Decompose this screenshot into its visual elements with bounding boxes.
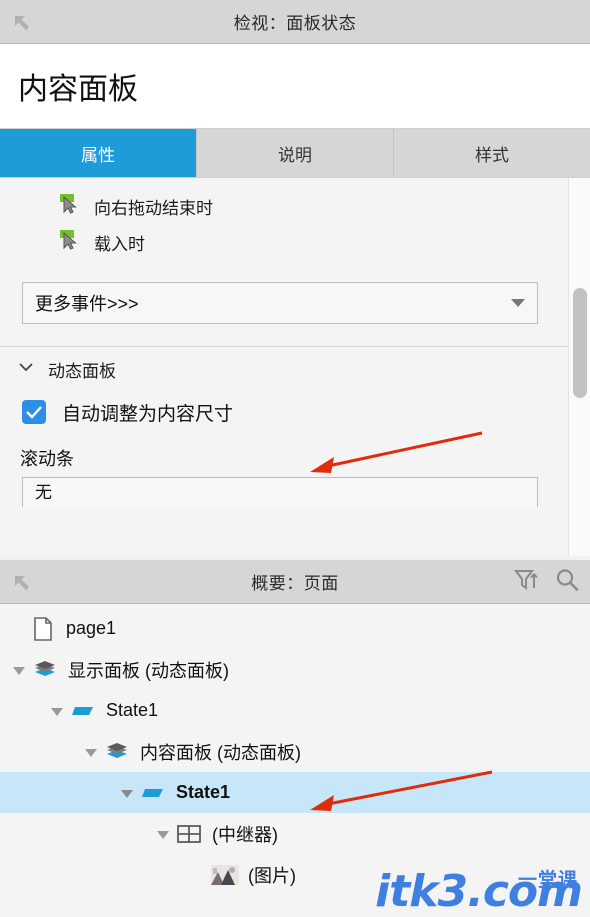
widget-name-value: 内容面板: [18, 73, 138, 106]
outline-tree: page1 显示面板 (动态面板) State1 内容面板 (动态面板) Sta…: [0, 604, 590, 895]
more-events-wrap: 更多事件>>>: [0, 260, 590, 324]
inspector-body: 向右拖动结束时 载入时 更多事件>>> 动态面板 自动调整为内容尺寸 滚动条 无: [0, 177, 590, 556]
collapse-arrow-icon[interactable]: [0, 560, 44, 604]
inspector-title: 检视：面板状态: [233, 14, 357, 33]
inspector-header: 检视：面板状态: [0, 0, 590, 44]
event-row-drag-right-end[interactable]: 向右拖动结束时: [0, 188, 590, 224]
inspector-panel: 检视：面板状态 内容面板 属性 说明 样式 向右拖动结束时 载入时 更多事件>>…: [0, 0, 590, 560]
tab-properties[interactable]: 属性: [0, 129, 197, 177]
tree-row-selected[interactable]: State1: [0, 772, 590, 813]
tree-row[interactable]: (中继器): [0, 813, 590, 854]
dynamic-panel-section-header[interactable]: 动态面板: [0, 347, 590, 391]
repeater-icon: [174, 823, 204, 845]
section-title: 动态面板: [48, 361, 116, 381]
tab-style[interactable]: 样式: [394, 129, 590, 177]
tree-row[interactable]: 内容面板 (动态面板): [0, 731, 590, 772]
outline-header: 概要：页面: [0, 560, 590, 604]
cursor-event-icon: [58, 229, 80, 256]
tree-label: State1: [176, 782, 231, 802]
tree-label: (图片): [248, 865, 296, 886]
event-list: 向右拖动结束时 载入时: [0, 178, 590, 260]
event-label: 载入时: [94, 234, 145, 254]
twisty-expanded-icon[interactable]: [152, 826, 174, 842]
tree-label: page1: [66, 618, 117, 638]
widget-name-field[interactable]: 内容面板: [0, 44, 590, 129]
search-icon[interactable]: [554, 568, 580, 597]
outline-panel: 概要：页面 page1 显示面板 (动态面板) State1 内容面板 (动态面…: [0, 560, 590, 917]
tree-row[interactable]: page1: [0, 608, 590, 649]
chevron-down-icon: [18, 359, 34, 380]
tree-row[interactable]: 显示面板 (动态面板): [0, 649, 590, 690]
fit-to-content-label: 自动调整为内容尺寸: [62, 403, 234, 425]
tree-label: (中继器): [212, 824, 278, 845]
page-icon: [28, 616, 58, 641]
outline-title: 概要：页面: [251, 574, 339, 593]
tree-label: 显示面板 (动态面板): [68, 660, 229, 681]
fit-to-content-checkbox[interactable]: [22, 400, 46, 424]
collapse-arrow-icon[interactable]: [0, 0, 44, 44]
fit-to-content-row[interactable]: 自动调整为内容尺寸: [0, 391, 590, 433]
app-root: 检视：面板状态 内容面板 属性 说明 样式 向右拖动结束时 载入时 更多事件>>…: [0, 0, 590, 917]
outline-header-icons: [514, 560, 580, 604]
event-row-on-load[interactable]: 载入时: [0, 224, 590, 260]
event-label: 向右拖动结束时: [94, 198, 213, 218]
checkmark-icon: [26, 406, 42, 419]
panel-state-icon: [68, 704, 98, 718]
more-events-dropdown[interactable]: 更多事件>>>: [22, 282, 538, 324]
inspector-tabs: 属性 说明 样式: [0, 129, 590, 177]
chevron-down-icon: [511, 299, 525, 307]
panel-state-icon: [138, 786, 168, 800]
more-events-label: 更多事件>>>: [35, 294, 139, 314]
scrollbar-dropdown[interactable]: 无: [22, 477, 538, 507]
inspector-scrollbar-thumb[interactable]: [573, 288, 587, 398]
dynamic-panel-icon: [30, 659, 60, 681]
tab-notes[interactable]: 说明: [197, 129, 394, 177]
filter-icon[interactable]: [514, 568, 540, 597]
inspector-scrollbar[interactable]: [568, 178, 590, 556]
twisty-expanded-icon[interactable]: [8, 662, 30, 678]
tree-label: State1: [106, 700, 159, 720]
tree-row[interactable]: State1: [0, 690, 590, 731]
scrollbar-label: 滚动条: [20, 449, 74, 469]
tree-label: 内容面板 (动态面板): [140, 742, 301, 763]
twisty-expanded-icon[interactable]: [116, 785, 138, 801]
cursor-event-icon: [58, 193, 80, 220]
twisty-expanded-icon[interactable]: [46, 703, 68, 719]
tree-row[interactable]: (图片): [0, 854, 590, 895]
twisty-expanded-icon[interactable]: [80, 744, 102, 760]
dynamic-panel-icon: [102, 741, 132, 763]
image-thumbnail-icon: [210, 864, 240, 885]
